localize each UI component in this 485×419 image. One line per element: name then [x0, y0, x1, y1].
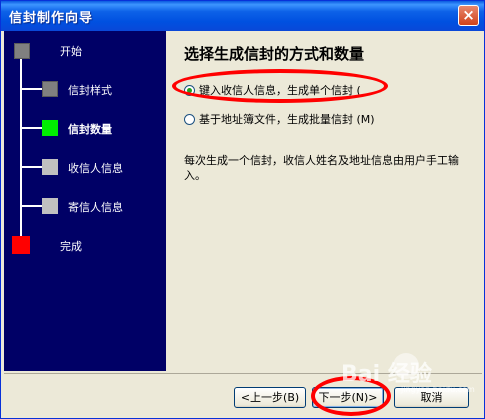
close-button[interactable]: × — [458, 5, 479, 26]
radio-batch[interactable] — [184, 113, 195, 125]
step-start-marker — [14, 43, 30, 59]
step-track — [20, 53, 22, 243]
step-label-quantity: 信封数量 — [68, 123, 112, 136]
step-quantity-marker — [42, 120, 58, 136]
step-label-recipient: 收信人信息 — [68, 162, 123, 175]
step-label-sender: 寄信人信息 — [68, 201, 123, 214]
step-label-start: 开始 — [60, 45, 82, 58]
back-button[interactable]: <上一步(B) — [234, 387, 306, 408]
watermark-text: Bai 经验 — [341, 362, 432, 387]
page-heading: 选择生成信封的方式和数量 — [184, 45, 365, 63]
steps-sidebar: 开始 信封样式 信封数量 收信人信息 寄信人信息 完成 — [4, 31, 166, 371]
step-label-style: 信封样式 — [68, 84, 112, 97]
step-branch — [20, 166, 42, 168]
step-branch — [20, 205, 42, 207]
option-batch-label: 基于地址簿文件，生成批量信封 (M) — [199, 113, 375, 126]
step-finish-marker — [12, 236, 30, 254]
window-title: 信封制作向导 — [9, 11, 94, 26]
next-button[interactable]: 下一步(N)> — [312, 387, 384, 408]
option-description: 每次生成一个信封，收信人姓名及地址信息由用户手工输入。 — [184, 154, 459, 182]
close-icon: × — [462, 6, 475, 24]
step-sender-marker — [42, 198, 58, 214]
option-single-envelope[interactable]: 键入收信人信息，生成单个信封 ( — [184, 82, 361, 98]
option-batch-envelope[interactable]: 基于地址簿文件，生成批量信封 (M) — [184, 111, 375, 127]
option-single-label: 键入收信人信息，生成单个信封 ( — [199, 84, 361, 97]
step-style-marker — [42, 81, 58, 97]
step-branch — [20, 127, 42, 129]
step-recipient-marker — [42, 159, 58, 175]
step-branch — [20, 88, 42, 90]
content-panel: 选择生成信封的方式和数量 键入收信人信息，生成单个信封 ( 基于地址簿文件，生成… — [166, 31, 483, 371]
wizard-window: 信封制作向导 × 开始 信封样式 信封数量 收信人信息 寄信人信息 完成 选择生… — [0, 0, 485, 419]
step-label-finish: 完成 — [60, 240, 82, 253]
title-bar: 信封制作向导 × — [1, 1, 484, 31]
watermark-url: jingyan.baidu.com — [401, 385, 475, 394]
radio-single[interactable] — [184, 84, 195, 96]
